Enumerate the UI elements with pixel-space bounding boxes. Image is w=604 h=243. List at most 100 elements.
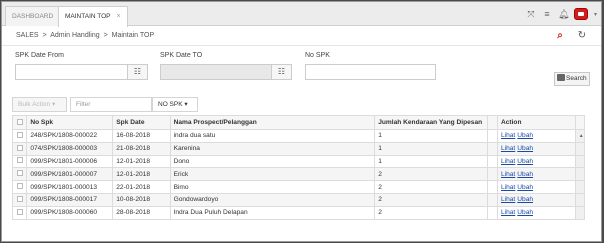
ubah-link[interactable]: Ubah: [517, 196, 533, 203]
cell-jumlah: 1: [374, 154, 488, 169]
refresh-icon[interactable]: ↻: [575, 29, 589, 43]
table-row[interactable]: 099/SPK/1801-000013 22-01-2018 Bimo 2 Li…: [11, 180, 586, 194]
cell-no-spk: 099/SPK/1801-000013: [26, 180, 114, 194]
cell-spacer: [486, 129, 498, 143]
scrollbar-track[interactable]: [574, 205, 586, 220]
column-select[interactable]: NO SPK ▾: [152, 97, 198, 112]
calendar-icon[interactable]: ☷: [271, 65, 291, 79]
col-nama[interactable]: Nama Prospect/Pelanggan: [169, 115, 376, 130]
tab-dashboard-label: DASHBOARD: [12, 13, 54, 20]
breadcrumb-current: Maintain TOP: [111, 32, 155, 39]
checkbox-box: [16, 208, 23, 215]
scrollbar-track[interactable]: [574, 141, 586, 156]
calendar-icon[interactable]: ☷: [127, 65, 147, 79]
lihat-link[interactable]: Lihat: [501, 158, 515, 165]
spk-date-to-label: SPK Date TO: [160, 52, 203, 59]
cell-jumlah: 2: [374, 167, 488, 182]
tab-maintain-top[interactable]: MAINTAIN TOP ×: [58, 6, 128, 27]
ubah-link[interactable]: Ubah: [517, 209, 533, 216]
table-header-row: No Spk Spk Date Nama Prospect/Pelanggan …: [11, 115, 586, 130]
expand-icon[interactable]: ⤧: [526, 9, 536, 19]
filter-input[interactable]: Filter: [70, 97, 152, 112]
cell-action: Lihat Ubah: [496, 129, 576, 143]
table-row[interactable]: 074/SPK/1808-000003 21-08-2018 Karenina …: [11, 141, 586, 156]
breadcrumb-separator: >: [42, 32, 47, 39]
scrollbar-track[interactable]: [574, 154, 586, 169]
cell-action: Lihat Ubah: [496, 154, 576, 169]
cell-action: Lihat Ubah: [496, 167, 576, 182]
user-icon[interactable]: [573, 8, 588, 20]
cell-date: 12-01-2018: [112, 167, 171, 182]
ubah-link[interactable]: Ubah: [517, 171, 533, 178]
select-all-checkbox[interactable]: [11, 115, 28, 130]
table-row[interactable]: 099/SPK/1808-000017 10-08-2018 Gondoward…: [11, 192, 586, 207]
breadcrumb-parent[interactable]: Admin Handling: [50, 32, 99, 39]
row-checkbox[interactable]: [11, 167, 28, 182]
lihat-link[interactable]: Lihat: [501, 132, 515, 139]
cell-no-spk: 099/SPK/1808-000017: [26, 192, 114, 207]
table-row[interactable]: 099/SPK/1808-000060 28-08-2018 Indra Dua…: [11, 205, 586, 220]
cell-nama: Erick: [169, 167, 376, 182]
cell-no-spk: 099/SPK/1801-000007: [26, 167, 114, 182]
checkbox-box: [16, 157, 23, 164]
table-row[interactable]: 099/SPK/1801-000007 12-01-2018 Erick 2 L…: [11, 167, 586, 182]
lihat-link[interactable]: Lihat: [501, 196, 515, 203]
cell-date: 10-08-2018: [112, 192, 171, 207]
no-spk-input[interactable]: [305, 64, 436, 80]
search-button[interactable]: Search: [554, 72, 590, 86]
checkbox-box: [16, 131, 23, 138]
spk-date-from-label: SPK Date From: [15, 52, 65, 59]
lihat-link[interactable]: Lihat: [501, 209, 515, 216]
cell-no-spk: 099/SPK/1801-000006: [26, 154, 114, 169]
scrollbar-track[interactable]: [574, 115, 586, 130]
cell-no-spk: 248/SPK/1808-000022: [26, 129, 114, 143]
ubah-link[interactable]: Ubah: [517, 184, 533, 191]
search-button-label: Search: [566, 75, 587, 82]
cell-action: Lihat Ubah: [496, 141, 576, 156]
scrollbar-track[interactable]: [574, 192, 586, 207]
tab-maintain-top-label: MAINTAIN TOP: [65, 13, 111, 20]
spk-date-to-field[interactable]: ☷: [160, 64, 292, 80]
cell-nama: Bimo: [169, 180, 376, 194]
row-checkbox[interactable]: [11, 129, 28, 143]
bell-icon[interactable]: 🔔︎: [558, 9, 569, 19]
breadcrumb-root[interactable]: SALES: [16, 32, 39, 39]
col-jumlah[interactable]: Jumlah Kendaraan Yang Dipesan: [374, 115, 488, 130]
tab-close-icon[interactable]: ×: [117, 13, 121, 20]
ubah-link[interactable]: Ubah: [517, 158, 533, 165]
scrollbar-track[interactable]: [574, 167, 586, 182]
toolbar-icons: ⤧ ≡ 🔔︎ ▾: [526, 6, 597, 22]
cell-date: 28-08-2018: [112, 205, 171, 220]
row-checkbox[interactable]: [11, 192, 28, 207]
bulk-action-button[interactable]: Bulk Action ▾: [12, 97, 67, 112]
cell-jumlah: 2: [374, 180, 488, 194]
col-action: Action: [496, 115, 576, 130]
cell-spacer: [486, 180, 498, 194]
cell-action: Lihat Ubah: [496, 205, 576, 220]
divider: [2, 45, 601, 46]
menu-icon[interactable]: ≡: [542, 9, 552, 19]
row-checkbox[interactable]: [11, 154, 28, 169]
ubah-link[interactable]: Ubah: [517, 132, 533, 139]
row-checkbox[interactable]: [11, 205, 28, 220]
table-row[interactable]: 099/SPK/1801-000006 12-01-2018 Dono 1 Li…: [11, 154, 586, 169]
search-icon[interactable]: ⌕: [553, 29, 567, 43]
breadcrumb-separator: >: [103, 32, 108, 39]
scrollbar-track[interactable]: [574, 180, 586, 194]
lihat-link[interactable]: Lihat: [501, 184, 515, 191]
ubah-link[interactable]: Ubah: [517, 145, 533, 152]
scroll-up-arrow[interactable]: ▲: [574, 129, 586, 143]
chevron-down-icon[interactable]: ▾: [594, 11, 597, 18]
cell-jumlah: 1: [374, 129, 488, 143]
table-row[interactable]: 248/SPK/1808-000022 16-08-2018 indra dua…: [11, 129, 586, 143]
tab-dashboard[interactable]: DASHBOARD: [5, 6, 61, 26]
row-checkbox[interactable]: [11, 180, 28, 194]
cell-spacer: [486, 141, 498, 156]
row-checkbox[interactable]: [11, 141, 28, 156]
spk-date-from-field[interactable]: ☷: [15, 64, 148, 80]
col-no-spk[interactable]: No Spk: [26, 115, 114, 130]
col-spk-date[interactable]: Spk Date: [112, 115, 171, 130]
lihat-link[interactable]: Lihat: [501, 145, 515, 152]
lihat-link[interactable]: Lihat: [501, 171, 515, 178]
cell-jumlah: 2: [374, 192, 488, 207]
